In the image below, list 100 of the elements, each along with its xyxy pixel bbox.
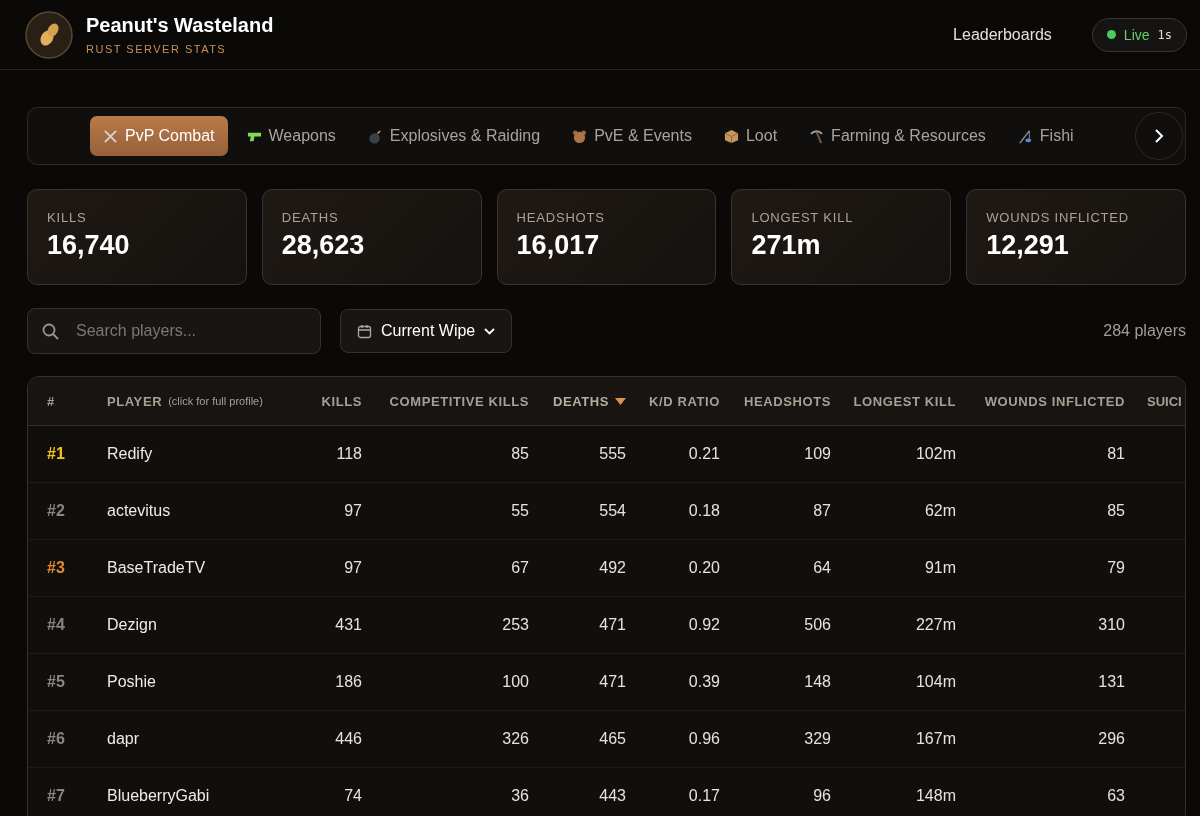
player-row[interactable]: #4 Dezign 431 253 471 0.92 506 227m 310 — [28, 597, 1185, 654]
player-row[interactable]: #2 actevitus 97 55 554 0.18 87 62m 85 — [28, 483, 1185, 540]
category-tab[interactable]: PvE & Events — [559, 116, 705, 156]
player-row[interactable]: #3 BaseTradeTV 97 67 492 0.20 64 91m 79 — [28, 540, 1185, 597]
table-cell: 326 — [502, 730, 529, 748]
column-header[interactable]: PLAYER — [107, 393, 163, 409]
scroll-right-button[interactable] — [1135, 112, 1183, 160]
table-cell: 85 — [511, 445, 529, 463]
category-tab[interactable]: PvP Combat — [90, 116, 228, 156]
table-cell: 253 — [502, 616, 529, 634]
table-cell: 87 — [813, 502, 831, 520]
player-row[interactable]: #5 Poshie 186 100 471 0.39 148 104m 131 — [28, 654, 1185, 711]
stat-value: 271m — [751, 230, 822, 261]
site-title: Peanut's Wasteland — [86, 14, 274, 37]
table-cell: 0.21 — [688, 445, 720, 463]
player-row[interactable]: #6 dapr 446 326 465 0.96 329 167m 296 — [28, 711, 1185, 768]
table-cell: 443 — [599, 787, 626, 805]
table-cell: 91m — [924, 559, 956, 577]
column-header[interactable]: K/D RATIO — [649, 393, 720, 409]
table-cell: 100 — [502, 673, 529, 691]
table-cell: 0.92 — [688, 616, 720, 634]
rank-label: #6 — [47, 730, 65, 748]
column-header[interactable]: SUICI — [1147, 393, 1182, 409]
table-cell: 36 — [511, 787, 529, 805]
rank-label: #1 — [47, 445, 65, 463]
column-header[interactable]: KILLS — [321, 393, 362, 409]
table-cell: 296 — [1098, 730, 1125, 748]
player-name[interactable]: dapr — [107, 730, 140, 748]
box-icon — [723, 128, 739, 144]
table-cell: 329 — [804, 730, 831, 748]
stat-value: 16,017 — [516, 230, 601, 261]
table-cell: 506 — [804, 616, 831, 634]
table-cell: 64 — [813, 559, 831, 577]
column-header[interactable]: HEADSHOTS — [743, 393, 831, 409]
table-cell: 131 — [1098, 673, 1125, 691]
site-subtitle: RUST SERVER STATS — [86, 43, 228, 55]
period-dropdown[interactable]: Current Wipe — [340, 309, 513, 353]
table-cell: 109 — [804, 445, 831, 463]
table-cell: 0.20 — [688, 559, 720, 577]
player-name[interactable]: BaseTradeTV — [107, 559, 206, 577]
table-cell: 0.17 — [688, 787, 720, 805]
rank-label: #7 — [47, 787, 65, 805]
category-tab[interactable]: Explosives & Raiding — [354, 116, 554, 156]
column-header[interactable]: COMPETITIVE KILLS — [389, 393, 529, 409]
search-field[interactable]: Search players... — [27, 308, 321, 354]
table-cell: 471 — [599, 616, 626, 634]
player-name[interactable]: Poshie — [107, 673, 156, 691]
player-name[interactable]: Redify — [107, 445, 153, 463]
rank-label: #3 — [47, 559, 65, 577]
rank-label: #5 — [47, 673, 65, 691]
fishing-rod-icon — [1017, 128, 1033, 144]
category-tab[interactable]: Fishi — [1004, 116, 1087, 156]
column-header[interactable]: # — [47, 393, 55, 409]
table-cell: 0.18 — [688, 502, 720, 520]
table-cell: 167m — [915, 730, 956, 748]
table-cell: 554 — [599, 502, 626, 520]
player-row[interactable]: #7 BlueberryGabi 74 36 443 0.17 96 148m 63 — [28, 768, 1185, 816]
table-cell: 555 — [599, 445, 626, 463]
column-header[interactable]: WOUNDS INFLICTED — [984, 393, 1125, 409]
bear-icon — [572, 128, 588, 144]
calendar-icon — [357, 323, 372, 339]
stat-value: 28,623 — [281, 230, 366, 261]
column-header[interactable]: DEATHS — [552, 393, 609, 409]
table-cell: 446 — [335, 730, 362, 748]
table-cell: 97 — [344, 559, 362, 577]
table-cell: 465 — [599, 730, 626, 748]
table-cell: 96 — [813, 787, 831, 805]
table-cell: 97 — [344, 502, 362, 520]
table-cell: 148m — [915, 787, 956, 805]
pickaxe-icon — [809, 128, 825, 144]
table-cell: 63 — [1107, 787, 1125, 805]
category-tab[interactable]: Loot — [710, 116, 791, 156]
bomb-icon — [367, 128, 383, 144]
player-name[interactable]: actevitus — [107, 502, 171, 520]
table-cell: 310 — [1098, 616, 1125, 634]
search-icon — [42, 322, 59, 340]
table-cell: 85 — [1107, 502, 1125, 520]
table-cell: 67 — [511, 559, 529, 577]
stat-label: KILLS — [47, 210, 88, 225]
player-row[interactable]: #1 Redify 118 85 555 0.21 109 102m 81 — [28, 426, 1185, 483]
caret-icon — [484, 327, 496, 335]
player-name[interactable]: Dezign — [107, 616, 157, 634]
table-cell: 79 — [1107, 559, 1125, 577]
category-tab[interactable]: Weapons — [233, 116, 349, 156]
category-tab[interactable]: Farming & Resources — [796, 116, 999, 156]
column-header[interactable]: LONGEST KILL — [853, 393, 956, 409]
update-age: 1s — [1157, 27, 1172, 42]
table-cell: 471 — [599, 673, 626, 691]
player-count: 284 players — [1103, 322, 1186, 340]
stat-label: HEADSHOTS — [516, 210, 606, 225]
table-cell: 492 — [599, 559, 626, 577]
player-name[interactable]: BlueberryGabi — [107, 787, 210, 805]
table-cell: 104m — [915, 673, 956, 691]
table-cell: 0.96 — [688, 730, 720, 748]
live-label: Live — [1123, 26, 1150, 43]
table-cell: 74 — [344, 787, 362, 805]
search-input[interactable]: Search players... — [74, 321, 298, 341]
leaderboards-link[interactable]: Leaderboards — [953, 25, 1052, 44]
stat-label: WOUNDS INFLICTED — [986, 210, 1130, 225]
table-cell: 148 — [804, 673, 831, 691]
